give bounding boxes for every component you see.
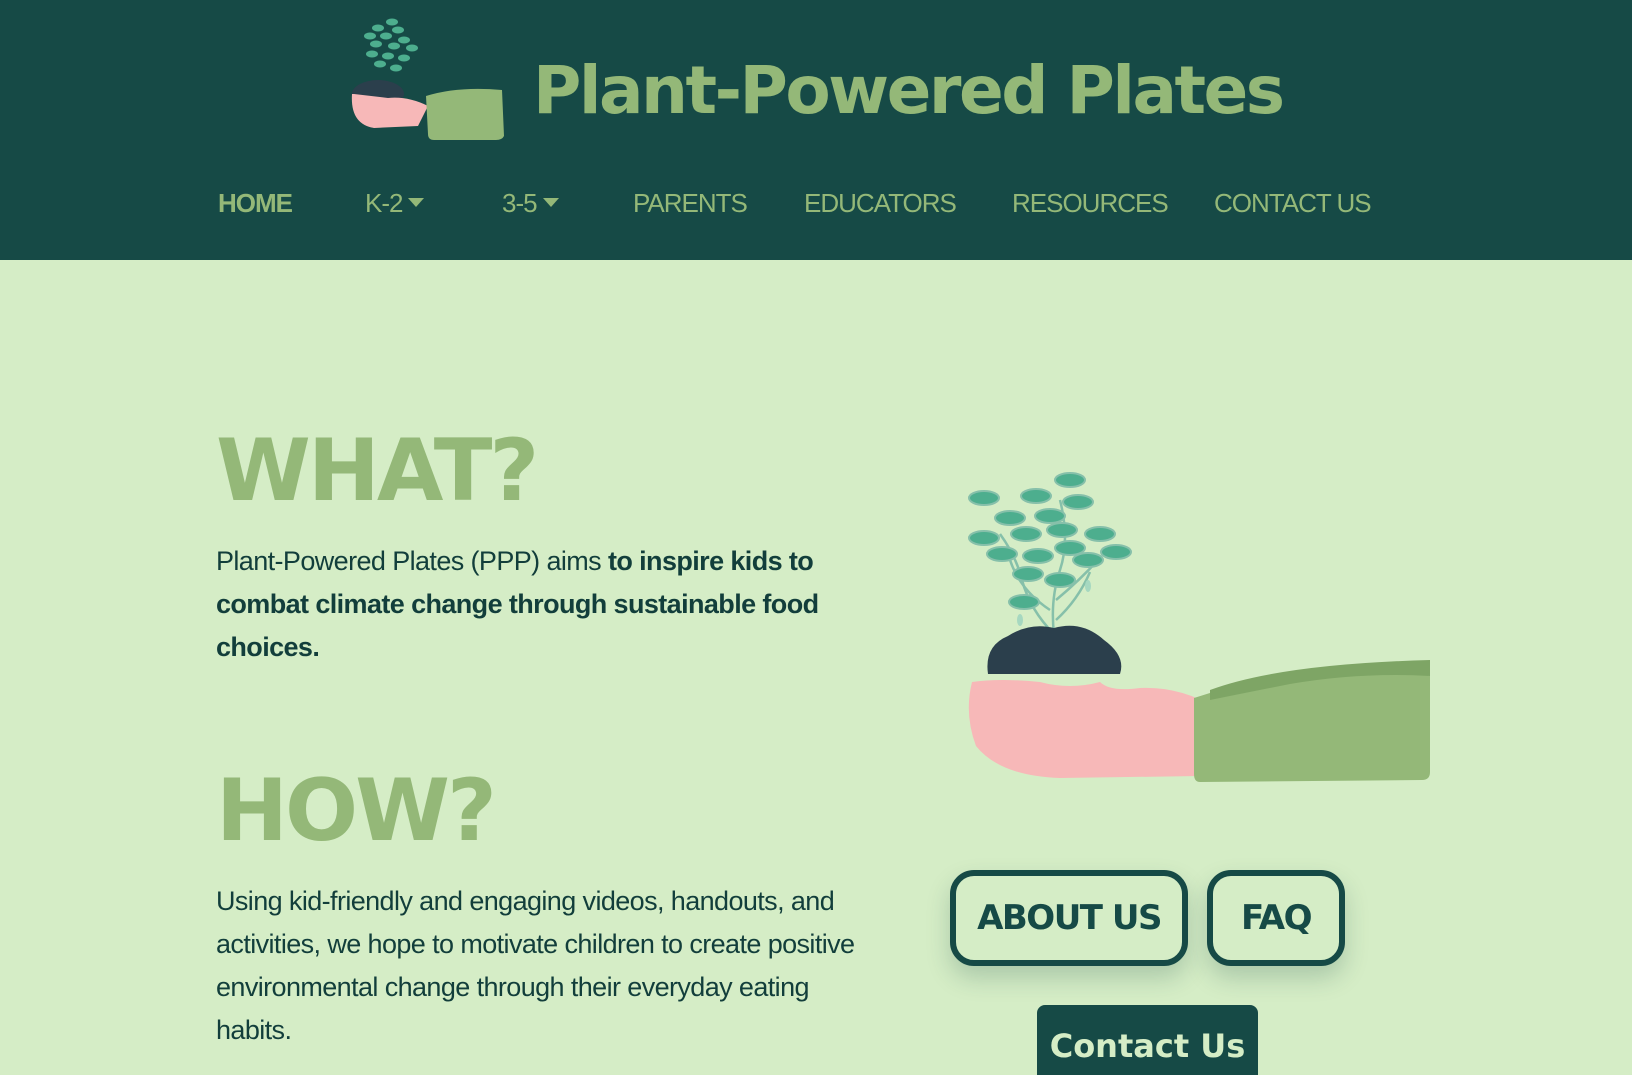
nav-item-label: RESOURCES: [1012, 188, 1169, 218]
about-us-button[interactable]: ABOUT US: [950, 870, 1188, 966]
nav-item-label: 3-5: [502, 188, 538, 218]
faq-button[interactable]: FAQ: [1207, 870, 1345, 966]
nav-item-resources[interactable]: RESOURCES: [1012, 186, 1169, 220]
nav-item-k-2[interactable]: K-2: [365, 186, 425, 220]
nav-item-label: HOME: [218, 188, 293, 218]
caret-down-icon: [408, 198, 425, 207]
nav-item-label: CONTACT US: [1214, 188, 1372, 218]
nav-item-home[interactable]: HOME: [218, 186, 293, 220]
what-description: Plant-Powered Plates (PPP) aims to inspi…: [216, 540, 886, 669]
site-title[interactable]: Plant-Powered Plates: [533, 58, 1285, 124]
nav-item-label: EDUCATORS: [804, 188, 957, 218]
nav-item-contact-us[interactable]: CONTACT US: [1214, 186, 1372, 220]
nav-item-parents[interactable]: PARENTS: [633, 186, 748, 220]
hand-holding-sprout-icon: [968, 472, 1430, 782]
nav-item-3-5[interactable]: 3-5: [502, 186, 559, 220]
nav-item-label: K-2: [365, 188, 403, 218]
how-description: Using kid-friendly and engaging videos, …: [216, 886, 855, 1045]
main-nav: HOME K-2 3-5 PARENTS EDUCATORS RESOURCES…: [0, 186, 1632, 222]
what-text-intro: Plant-Powered Plates (PPP) aims: [216, 546, 608, 576]
contact-us-button[interactable]: Contact Us: [1037, 1005, 1258, 1075]
what-heading: WHAT?: [216, 421, 539, 521]
nav-item-label: PARENTS: [633, 188, 748, 218]
caret-down-icon: [542, 198, 559, 207]
hand-holding-sprout-icon[interactable]: [348, 14, 518, 140]
nav-item-educators[interactable]: EDUCATORS: [804, 186, 957, 220]
how-heading: HOW?: [216, 761, 497, 861]
site-header: Plant-Powered Plates HOME K-2 3-5 PARENT…: [0, 0, 1632, 260]
